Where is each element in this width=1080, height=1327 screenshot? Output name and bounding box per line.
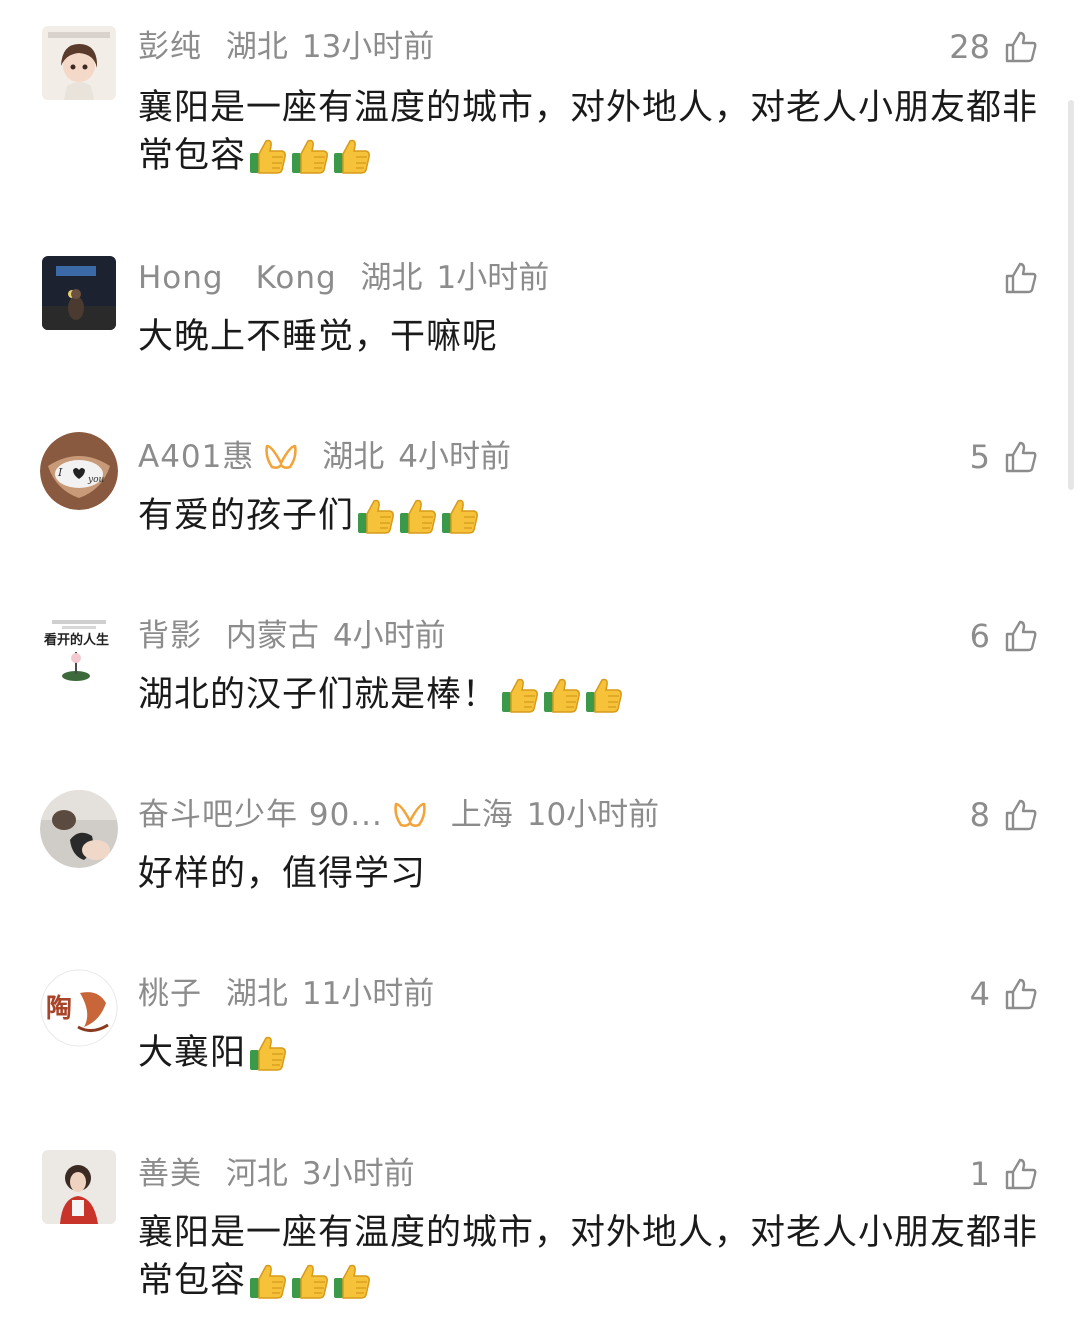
- avatar[interactable]: 陶: [40, 969, 118, 1047]
- thumbs-up-emoji-icon: [248, 137, 288, 188]
- timestamp: 3小时前: [301, 1156, 415, 1192]
- thumbs-up-emoji-icon: [332, 1262, 372, 1313]
- comment-meta: A401惠 湖北 4小时前: [138, 434, 525, 480]
- thumbs-emoji-group: [246, 1033, 288, 1073]
- like-count: 4: [969, 975, 990, 1013]
- comment-meta: 背影 内蒙古 4小时前: [138, 613, 460, 659]
- comment-text: 好样的，值得学习: [138, 854, 427, 894]
- avatar[interactable]: [42, 1150, 116, 1224]
- username[interactable]: A401惠: [138, 439, 254, 475]
- like-count: 8: [969, 796, 990, 834]
- username[interactable]: 桃子: [138, 976, 202, 1012]
- avatar[interactable]: 看开的人生: [42, 614, 116, 688]
- region: 上海: [450, 797, 513, 833]
- thumbs-up-emoji-icon: [332, 137, 372, 188]
- comment-meta: 彭纯 湖北 13小时前: [138, 24, 448, 70]
- thumbs-up-emoji-icon: [500, 676, 540, 727]
- thumbs-up-icon: [1004, 261, 1038, 295]
- username[interactable]: 背影: [138, 618, 202, 654]
- thumbs-up-icon: [1004, 30, 1038, 64]
- thumbs-up-emoji-icon: [584, 676, 624, 727]
- scrollbar[interactable]: [1068, 100, 1074, 490]
- like-button[interactable]: [990, 255, 1038, 301]
- thumbs-up-emoji-icon: [356, 497, 396, 548]
- svg-text:I: I: [57, 466, 63, 479]
- like-count: 1: [969, 1155, 990, 1193]
- timestamp: 11小时前: [301, 976, 435, 1012]
- avatar[interactable]: [40, 790, 118, 868]
- svg-text:陶: 陶: [46, 994, 72, 1024]
- avatar[interactable]: Iyou: [40, 432, 118, 510]
- thumbs-up-emoji-icon: [398, 497, 438, 548]
- thumbs-up-icon: [1004, 440, 1038, 474]
- thumbs-up-emoji-icon: [440, 497, 480, 548]
- thumbs-up-emoji-icon: [290, 137, 330, 188]
- thumbs-emoji-group: [498, 675, 624, 715]
- avatar[interactable]: [42, 256, 116, 330]
- thumbs-up-emoji-icon: [290, 1262, 330, 1313]
- region: 湖北: [225, 29, 288, 65]
- like-button[interactable]: 4: [970, 971, 1038, 1017]
- thumbs-up-icon: [1004, 977, 1038, 1011]
- timestamp: 4小时前: [332, 618, 446, 654]
- username[interactable]: 善美: [138, 1156, 202, 1192]
- thumbs-up-emoji-icon: [248, 1034, 288, 1085]
- thumbs-up-icon: [1004, 619, 1038, 653]
- vip-badge-icon: [265, 444, 298, 469]
- comment-meta: 奋斗吧少年 90... 上海 10小时前: [138, 792, 673, 838]
- thumbs-emoji-group: [246, 1261, 372, 1301]
- thumbs-up-icon: [1004, 798, 1038, 832]
- like-button[interactable]: 6: [970, 613, 1038, 659]
- thumbs-emoji-group: [354, 496, 480, 536]
- username[interactable]: 彭纯: [138, 29, 202, 65]
- like-count: 28: [949, 28, 990, 66]
- like-button[interactable]: 8: [970, 792, 1038, 838]
- comment-text: 襄阳是一座有温度的城市，对外地人，对老人小朋友都非常包容: [138, 84, 1038, 188]
- like-button[interactable]: 1: [970, 1151, 1038, 1197]
- timestamp: 1小时前: [436, 260, 550, 296]
- like-count: 5: [969, 438, 990, 476]
- username[interactable]: Hong Kong: [138, 260, 337, 296]
- like-button[interactable]: 28: [949, 24, 1038, 70]
- timestamp: 13小时前: [301, 29, 435, 65]
- region: 内蒙古: [225, 618, 319, 654]
- thumbs-emoji-group: [246, 136, 372, 176]
- thumbs-up-emoji-icon: [542, 676, 582, 727]
- comment-meta: 善美 河北 3小时前: [138, 1151, 429, 1197]
- like-count: 6: [969, 617, 990, 655]
- comment-text: 湖北的汉子们就是棒！: [138, 671, 1038, 727]
- region: 湖北: [225, 976, 288, 1012]
- comment-meta: 桃子 湖北 11小时前: [138, 971, 448, 1017]
- comment-meta: Hong Kong 湖北 1小时前: [138, 255, 563, 301]
- timestamp: 10小时前: [526, 797, 660, 833]
- region: 河北: [225, 1156, 288, 1192]
- comment-text: 大襄阳: [138, 1029, 1038, 1085]
- comment-text: 大晚上不睡觉，干嘛呢: [138, 317, 499, 357]
- region: 湖北: [322, 439, 385, 475]
- vip-badge-icon: [394, 802, 426, 827]
- thumbs-up-emoji-icon: [248, 1262, 288, 1313]
- timestamp: 4小时前: [398, 439, 511, 475]
- region: 湖北: [360, 260, 423, 296]
- like-button[interactable]: 5: [970, 434, 1038, 480]
- svg-text:看开的人生: 看开的人生: [44, 632, 109, 648]
- svg-text:you: you: [87, 475, 105, 485]
- comment-text: 有爱的孩子们: [138, 492, 1038, 548]
- avatar[interactable]: [42, 26, 116, 100]
- comment-text: 襄阳是一座有温度的城市，对外地人，对老人小朋友都非常包容: [138, 1209, 1038, 1313]
- thumbs-up-icon: [1004, 1157, 1038, 1191]
- username[interactable]: 奋斗吧少年 90...: [138, 797, 383, 833]
